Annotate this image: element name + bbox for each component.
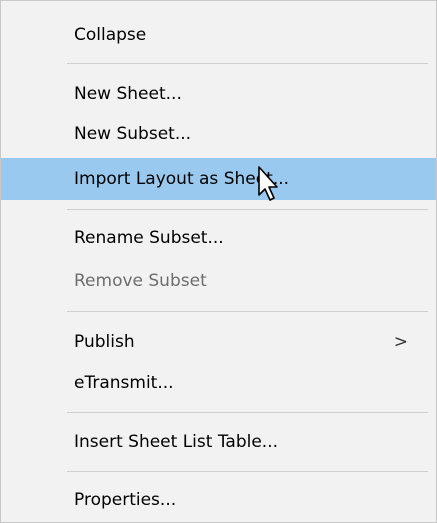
menu-item-label: Collapse <box>74 25 147 45</box>
menu-item-label: Publish <box>74 332 135 352</box>
menu-separator <box>67 412 428 413</box>
menu-item-label: Remove Subset <box>74 271 207 291</box>
menu-item-label: New Subset... <box>74 124 192 144</box>
menu-item-new-subset[interactable]: New Subset... <box>1 113 436 155</box>
menu-item-insert-sheet-list-table[interactable]: Insert Sheet List Table... <box>1 421 436 463</box>
context-menu: Collapse New Sheet... New Subset... Impo… <box>0 0 437 523</box>
menu-item-label: New Sheet... <box>74 84 182 104</box>
menu-item-label: eTransmit... <box>74 373 174 393</box>
menu-item-remove-subset: Remove Subset <box>1 260 436 302</box>
menu-item-properties[interactable]: Properties... <box>1 479 436 521</box>
menu-separator <box>67 471 428 472</box>
menu-separator <box>67 63 428 64</box>
chevron-right-icon: > <box>393 332 408 352</box>
menu-item-collapse[interactable]: Collapse <box>1 14 436 56</box>
menu-item-import-layout-as-sheet[interactable]: Import Layout as Sheet... <box>1 158 436 200</box>
menu-item-rename-subset[interactable]: Rename Subset... <box>1 217 436 259</box>
menu-item-label: Import Layout as Sheet... <box>74 169 290 189</box>
menu-item-etransmit[interactable]: eTransmit... <box>1 362 436 404</box>
menu-separator <box>67 209 428 210</box>
menu-item-new-sheet[interactable]: New Sheet... <box>1 73 436 115</box>
menu-item-label: Insert Sheet List Table... <box>74 432 279 452</box>
menu-item-publish[interactable]: Publish > <box>1 321 436 363</box>
menu-item-label: Rename Subset... <box>74 228 224 248</box>
menu-item-label: Properties... <box>74 490 177 510</box>
menu-separator <box>67 311 428 312</box>
